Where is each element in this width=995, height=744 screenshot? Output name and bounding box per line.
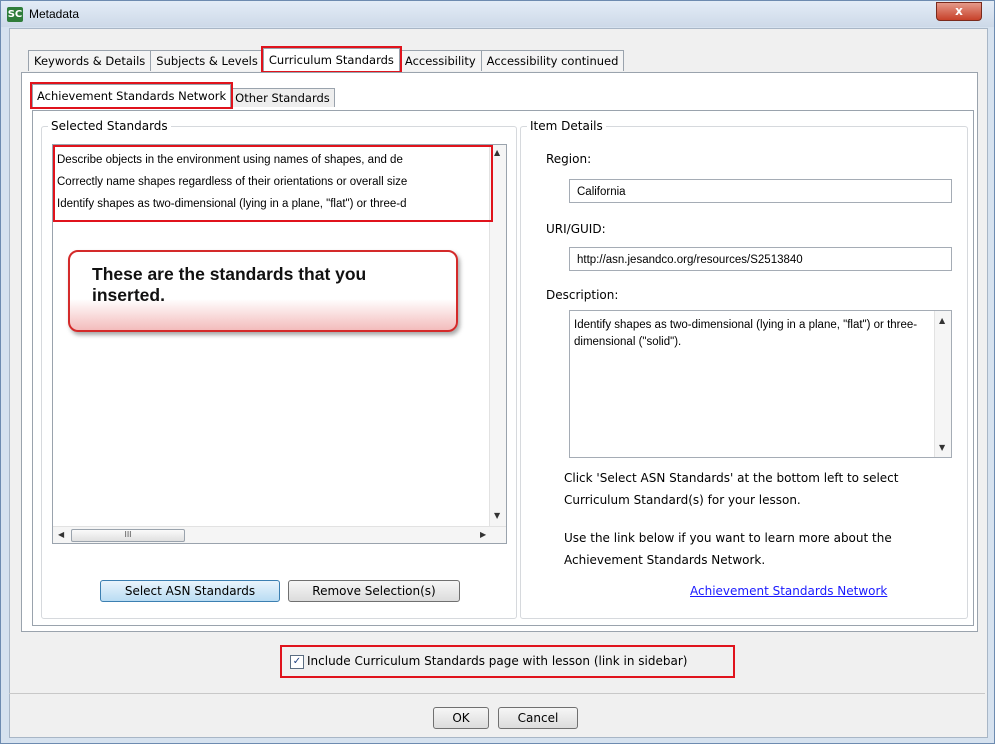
include-standards-option[interactable]: ✓ Include Curriculum Standards page with… — [280, 645, 735, 678]
list-item[interactable]: Correctly name shapes regardless of thei… — [57, 171, 489, 193]
vertical-scrollbar[interactable]: ▲ ▼ — [489, 145, 506, 527]
tab-accessibility-continued[interactable]: Accessibility continued — [480, 50, 625, 71]
callout-note: These are the standards that you inserte… — [68, 250, 458, 332]
asn-link-help: Use the link below if you want to learn … — [564, 531, 892, 567]
remove-selections-button[interactable]: Remove Selection(s) — [288, 580, 460, 602]
tab-keywords-details[interactable]: Keywords & Details — [28, 50, 152, 71]
horizontal-scroll-thumb[interactable]: III — [71, 529, 185, 542]
item-details-legend: Item Details — [530, 119, 603, 133]
window-title: Metadata — [29, 7, 80, 21]
tab-accessibility[interactable]: Accessibility — [398, 50, 482, 71]
select-asn-standards-button[interactable]: Select ASN Standards — [100, 580, 280, 602]
selected-standards-list[interactable]: Describe objects in the environment usin… — [52, 144, 507, 544]
include-standards-label: Include Curriculum Standards page with l… — [307, 654, 688, 668]
subtab-achievement-standards-network[interactable]: Achievement Standards Network — [29, 82, 234, 109]
select-standards-help: Click 'Select ASN Standards' at the bott… — [564, 471, 899, 507]
close-button[interactable]: x — [936, 2, 982, 21]
selected-standards-legend: Selected Standards — [51, 119, 168, 133]
scroll-down-icon[interactable]: ▼ — [494, 511, 500, 520]
title-bar[interactable]: SC Metadata x — [1, 1, 994, 27]
list-item[interactable]: Describe objects in the environment usin… — [57, 149, 489, 171]
callout-text: These are the standards that you inserte… — [92, 264, 367, 305]
description-text: Identify shapes as two-dimensional (lyin… — [574, 319, 918, 348]
asn-link[interactable]: Achievement Standards Network — [690, 584, 887, 598]
uri-guid-field[interactable]: http://asn.jesandco.org/resources/S25138… — [569, 247, 952, 271]
include-standards-checkbox[interactable]: ✓ — [290, 655, 304, 669]
uri-guid-label: URI/GUID: — [546, 222, 606, 236]
ok-button[interactable]: OK — [433, 707, 489, 729]
cancel-button[interactable]: Cancel — [498, 707, 578, 729]
scroll-right-icon[interactable]: ▶ — [480, 530, 486, 539]
region-field[interactable]: California — [569, 179, 952, 203]
footer-divider — [9, 693, 985, 694]
scroll-left-icon[interactable]: ◀ — [58, 530, 64, 539]
description-field[interactable]: Identify shapes as two-dimensional (lyin… — [569, 310, 952, 458]
tab-subjects-levels[interactable]: Subjects & Levels — [150, 50, 264, 71]
scroll-down-icon[interactable]: ▼ — [939, 443, 945, 452]
scroll-up-icon[interactable]: ▲ — [494, 148, 500, 157]
tab-row: Keywords & Details Subjects & Levels Cur… — [28, 46, 625, 73]
scroll-up-icon[interactable]: ▲ — [939, 316, 945, 325]
description-label: Description: — [546, 288, 619, 302]
subtab-row: Achievement Standards Network Other Stan… — [29, 82, 335, 110]
description-scrollbar[interactable]: ▲ ▼ — [934, 311, 951, 457]
tab-curriculum-standards[interactable]: Curriculum Standards — [260, 46, 402, 73]
region-label: Region: — [546, 152, 592, 166]
list-item[interactable]: Identify shapes as two-dimensional (lyin… — [57, 193, 489, 215]
subtab-other-standards[interactable]: Other Standards — [230, 88, 335, 107]
horizontal-scrollbar[interactable]: ◀ III ▶ — [53, 526, 506, 543]
app-icon: SC — [7, 7, 23, 22]
